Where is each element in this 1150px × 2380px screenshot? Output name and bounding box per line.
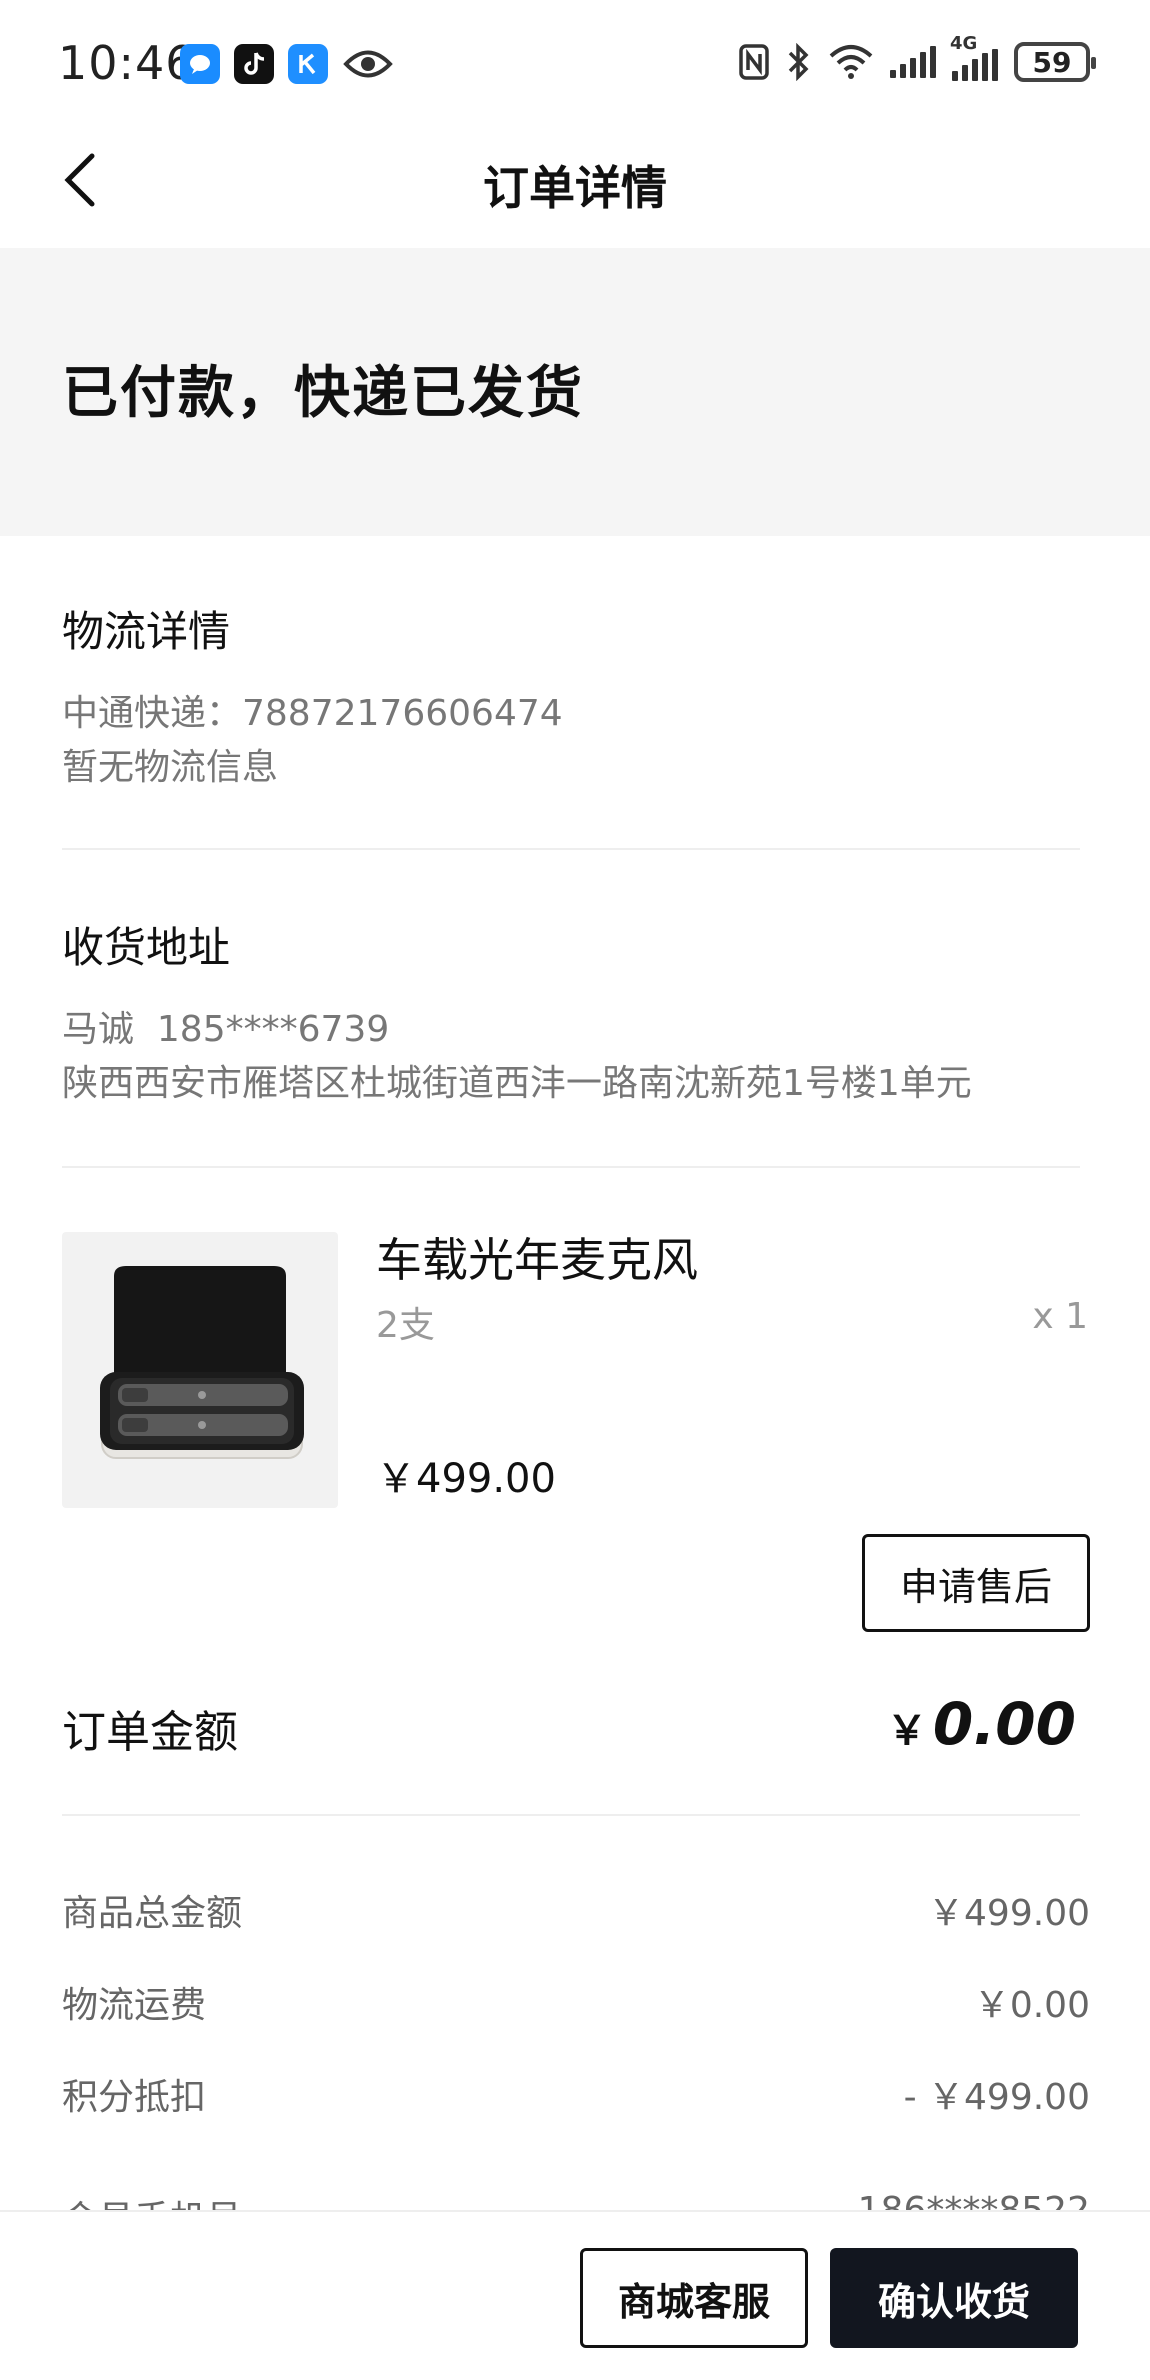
address-title: 收货地址 — [62, 923, 231, 972]
signal-icon — [890, 46, 936, 78]
nfc-icon — [739, 44, 769, 80]
page-title: 订单详情 — [483, 161, 667, 215]
divider — [62, 848, 1080, 850]
network-type: 4G — [950, 33, 978, 54]
summary-row-value: ￥0.00 — [973, 1985, 1090, 2026]
customer-service-button[interactable]: 商城客服 — [580, 2248, 808, 2348]
status-time: 10:46 — [58, 36, 196, 90]
logistics-info: 暂无物流信息 — [62, 747, 279, 788]
notification-icons — [180, 44, 394, 84]
eye-icon — [342, 44, 394, 84]
summary-row-label: 商品总金额 — [62, 1893, 243, 1934]
bottom-action-bar: 商城客服 确认收货 — [0, 2210, 1150, 2380]
summary-row-label: 物流运费 — [62, 1985, 207, 2026]
logistics-carrier: 中通快递：78872176606474 — [62, 693, 563, 734]
order-amount-label: 订单金额 — [62, 1707, 238, 1758]
order-amount-value: ￥ 0.00 — [887, 1690, 1076, 1758]
after-sale-button[interactable]: 申请售后 — [862, 1534, 1090, 1632]
bluetooth-icon — [788, 43, 809, 81]
signal-4g-icon: 4G — [950, 33, 998, 81]
order-status-banner: 已付款，快递已发货 — [0, 248, 1150, 536]
logistics-title: 物流详情 — [62, 607, 231, 656]
product-name[interactable]: 车载光年麦克风 — [376, 1224, 698, 1290]
system-icons: 4G 59 — [738, 33, 1096, 82]
confirm-receipt-button[interactable]: 确认收货 — [830, 2248, 1078, 2348]
divider — [62, 1166, 1080, 1168]
address-name-phone: 马诚 185****6739 — [62, 1009, 390, 1050]
battery-icon: 59 — [1014, 42, 1096, 82]
order-status-text: 已付款，快递已发货 — [62, 361, 584, 426]
product-spec: 2支 — [376, 1305, 435, 1346]
product-image[interactable] — [62, 1232, 338, 1508]
currency-symbol: ￥ — [886, 1708, 927, 1754]
summary-row-value: - ￥499.00 — [903, 2077, 1090, 2118]
k-app-icon — [288, 44, 328, 84]
divider — [62, 1814, 1080, 1816]
microphone-case-image — [100, 1266, 304, 1459]
message-app-icon — [180, 44, 220, 84]
status-bar: 10:46 4G 59 — [0, 0, 1150, 130]
product-quantity: x 1 — [1032, 1296, 1088, 1337]
summary-row-label: 积分抵扣 — [62, 2077, 207, 2118]
summary-row-value: ￥499.00 — [928, 1893, 1090, 1934]
header: 订单详情 — [0, 130, 1150, 248]
tiktok-app-icon — [234, 44, 274, 84]
order-amount-number: 0.00 — [932, 1690, 1076, 1758]
wifi-icon — [829, 45, 873, 79]
address-detail: 陕西西安市雁塔区杜城街道西沣一路南沈新苑1号楼1单元 — [62, 1063, 972, 1104]
product-price: ￥499.00 — [376, 1456, 556, 1502]
